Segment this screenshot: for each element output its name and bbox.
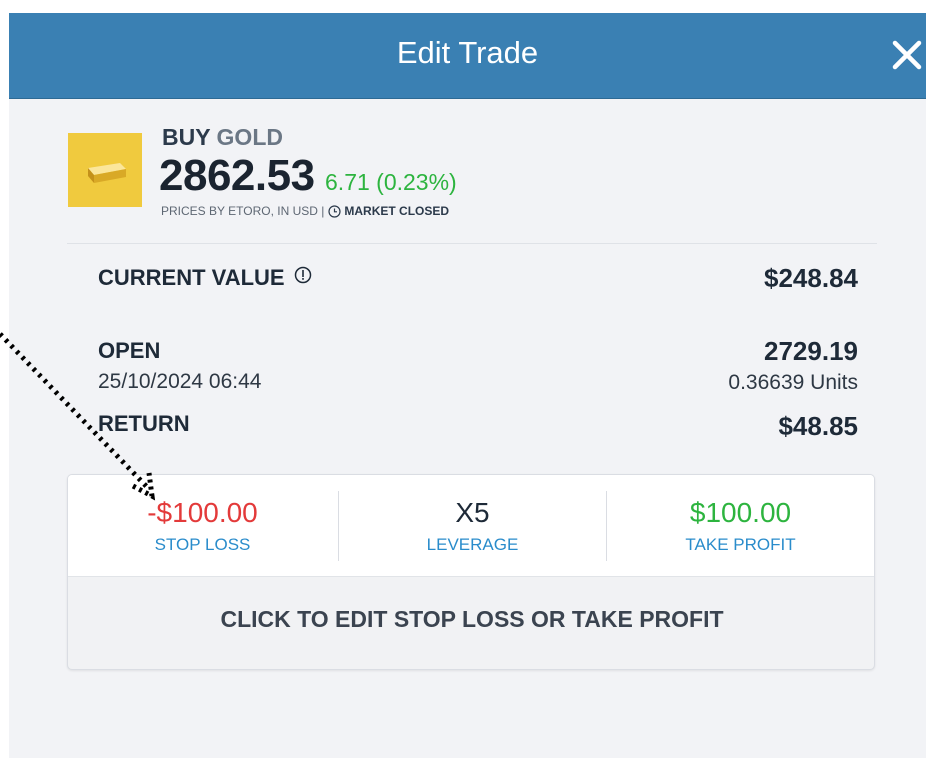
gold-bar-icon	[68, 133, 142, 207]
leverage-value: X5	[455, 497, 490, 528]
leverage-cell[interactable]: X5 LEVERAGE	[338, 475, 607, 577]
modal-title: Edit Trade	[396, 35, 539, 70]
open-datetime: 25/10/2024 06:44	[98, 370, 262, 393]
stop-loss-cell[interactable]: -$100.00 STOP LOSS	[68, 475, 337, 577]
current-value-label: CURRENT VALUE	[98, 265, 285, 290]
open-label: OPEN	[98, 338, 161, 363]
stop-loss-value: -$100.00	[147, 497, 258, 528]
risk-settings-card: -$100.00 STOP LOSS X5 LEVERAGE $100.00 T…	[67, 474, 875, 670]
current-price: 2862.53	[159, 151, 315, 200]
edit-stop-loss-take-profit-button[interactable]: CLICK TO EDIT STOP LOSS OR TAKE PROFIT	[68, 578, 874, 669]
open-rate: 2729.19	[764, 336, 858, 366]
trade-action: BUY	[162, 124, 211, 150]
price-source: PRICES BY ETORO, IN USD |	[161, 204, 325, 218]
info-icon[interactable]	[294, 264, 312, 284]
risk-summary: -$100.00 STOP LOSS X5 LEVERAGE $100.00 T…	[68, 475, 874, 577]
clock-icon	[328, 204, 341, 218]
stop-loss-label: STOP LOSS	[154, 535, 251, 554]
close-icon[interactable]	[887, 35, 926, 75]
take-profit-cell[interactable]: $100.00 TAKE PROFIT	[606, 475, 874, 577]
return-label: RETURN	[98, 411, 190, 436]
price-line: 2862.53 6.71 (0.23%)	[159, 151, 457, 201]
return-value: $48.85	[778, 411, 858, 441]
asset-name: GOLD	[216, 124, 283, 150]
modal-header: Edit Trade	[9, 13, 926, 99]
edit-trade-modal: Edit Trade BUY GOLD 2862.53 6.71 (0.23%)…	[9, 13, 926, 758]
trade-direction: BUY GOLD	[162, 124, 283, 151]
leverage-label: LEVERAGE	[426, 535, 519, 554]
current-value-row: CURRENT VALUE	[98, 264, 312, 291]
price-change: 6.71 (0.23%)	[325, 169, 457, 195]
take-profit-label: TAKE PROFIT	[685, 535, 796, 554]
market-status: MARKET CLOSED	[344, 204, 450, 218]
current-value: $248.84	[764, 263, 858, 293]
take-profit-value: $100.00	[689, 497, 792, 528]
divider	[67, 243, 877, 244]
price-meta: PRICES BY ETORO, IN USD | MARKET CLOSED	[161, 204, 449, 218]
position-units: 0.36639 Units	[728, 371, 858, 394]
edit-button-label: CLICK TO EDIT STOP LOSS OR TAKE PROFIT	[220, 606, 724, 632]
